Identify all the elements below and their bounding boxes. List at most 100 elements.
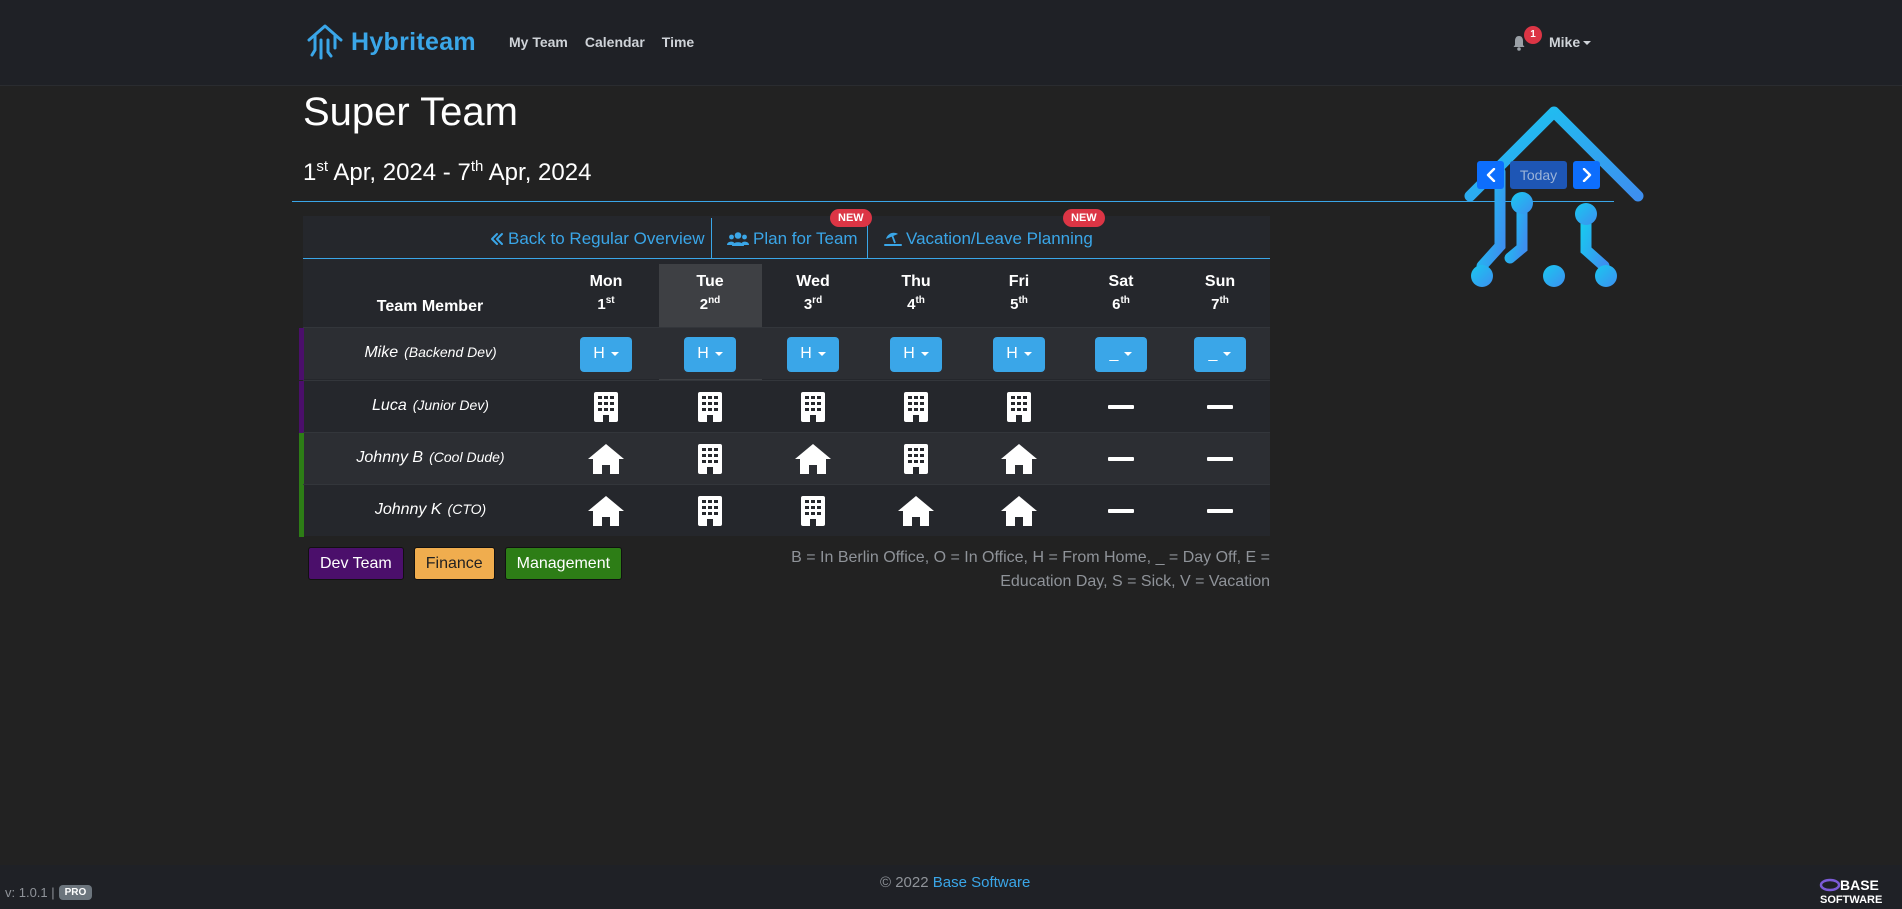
day-header-mon: Mon 1st bbox=[589, 273, 623, 313]
team-member-name: Luca (Junior Dev) bbox=[372, 397, 489, 414]
navbar bbox=[0, 0, 1902, 86]
status-dropdown[interactable]: H bbox=[890, 336, 942, 372]
nav-calendar[interactable]: Calendar bbox=[585, 34, 645, 50]
status-dropdown[interactable]: _ bbox=[1194, 336, 1246, 372]
tab-vacation-planning[interactable]: Vacation/Leave Planning bbox=[884, 229, 1093, 249]
schedule-cell: H bbox=[576, 336, 636, 372]
schedule-cell bbox=[1091, 389, 1151, 425]
schedule-cell bbox=[989, 493, 1049, 529]
team-member-name: Johnny K (CTO) bbox=[374, 501, 487, 518]
schedule-cell bbox=[1190, 441, 1250, 477]
new-badge: NEW bbox=[1063, 209, 1105, 227]
caret-down-icon bbox=[610, 352, 619, 356]
svg-text:SOFTWARE: SOFTWARE bbox=[1820, 894, 1882, 906]
status-dropdown[interactable]: H bbox=[580, 336, 632, 372]
day-header-sun: Sun 7th bbox=[1204, 273, 1236, 313]
team-member-name: Johnny B (Cool Dude) bbox=[356, 449, 505, 466]
next-week-button[interactable] bbox=[1573, 161, 1600, 189]
schedule-cell: H bbox=[783, 336, 843, 372]
prev-week-button[interactable] bbox=[1477, 161, 1504, 189]
building-icon bbox=[594, 392, 618, 422]
team-member-name: Mike (Backend Dev) bbox=[364, 344, 497, 361]
pro-badge: PRO bbox=[58, 885, 93, 900]
group-dev-team[interactable]: Dev Team bbox=[308, 547, 404, 580]
schedule-cell bbox=[1091, 441, 1151, 477]
schedule-cell bbox=[886, 389, 946, 425]
svg-text:BASE: BASE bbox=[1840, 877, 1879, 893]
tab-separator bbox=[711, 218, 712, 258]
building-icon bbox=[801, 496, 825, 526]
schedule-cell: _ bbox=[1091, 336, 1151, 372]
caret-down-icon bbox=[1124, 352, 1133, 356]
home-icon bbox=[1001, 496, 1037, 526]
schedule-cell bbox=[783, 389, 843, 425]
page-title: Super Team bbox=[303, 90, 518, 134]
building-icon bbox=[698, 496, 722, 526]
building-icon bbox=[904, 444, 928, 474]
schedule-cell bbox=[576, 389, 636, 425]
chevron-left-icon bbox=[1486, 168, 1495, 182]
new-badge: NEW bbox=[830, 209, 872, 227]
chevron-right-icon bbox=[1582, 168, 1591, 182]
day-off-dash bbox=[1108, 405, 1134, 409]
caret-down-icon bbox=[920, 352, 929, 356]
day-header-fri: Fri 5th bbox=[1008, 273, 1030, 313]
company-link[interactable]: Base Software bbox=[933, 874, 1031, 891]
schedule-cell bbox=[576, 493, 636, 529]
today-button[interactable]: Today bbox=[1510, 161, 1567, 189]
day-off-dash bbox=[1207, 405, 1233, 409]
schedule-cell bbox=[886, 493, 946, 529]
day-header-thu: Thu 4th bbox=[901, 273, 931, 313]
day-off-dash bbox=[1207, 457, 1233, 461]
building-icon bbox=[698, 392, 722, 422]
home-icon bbox=[588, 496, 624, 526]
schedule-cell bbox=[1190, 493, 1250, 529]
schedule-cell bbox=[576, 441, 636, 477]
building-icon bbox=[904, 392, 928, 422]
schedule-cell bbox=[989, 389, 1049, 425]
umbrella-beach-icon bbox=[884, 232, 902, 246]
home-icon bbox=[795, 444, 831, 474]
status-dropdown[interactable]: H bbox=[684, 336, 736, 372]
group-finance[interactable]: Finance bbox=[413, 547, 495, 580]
view-tabs: Back to Regular Overview Plan for Team V… bbox=[303, 216, 1270, 259]
schedule-cell bbox=[1091, 493, 1151, 529]
tab-plan-for-team[interactable]: Plan for Team bbox=[727, 229, 858, 249]
building-icon bbox=[698, 444, 722, 474]
group-management[interactable]: Management bbox=[504, 547, 623, 580]
day-off-dash bbox=[1108, 509, 1134, 513]
angle-double-left-icon bbox=[491, 233, 503, 245]
tab-back-overview[interactable]: Back to Regular Overview bbox=[490, 229, 705, 249]
hybriteam-logo-icon bbox=[307, 24, 343, 60]
day-header-tue: Tue 2nd bbox=[696, 273, 724, 313]
home-icon bbox=[898, 496, 934, 526]
copyright: © 2022 Base Software bbox=[880, 874, 1031, 891]
caret-down-icon bbox=[714, 352, 723, 356]
home-icon bbox=[1001, 444, 1037, 474]
status-dropdown[interactable]: _ bbox=[1095, 336, 1147, 372]
divider bbox=[292, 201, 1614, 202]
day-off-dash bbox=[1207, 509, 1233, 513]
version-info: v: 1.0.1 | PRO bbox=[5, 885, 93, 900]
schedule-cell bbox=[783, 441, 843, 477]
nav-time[interactable]: Time bbox=[662, 34, 694, 50]
status-dropdown[interactable]: H bbox=[993, 336, 1045, 372]
brand[interactable]: Hybriteam bbox=[305, 22, 476, 62]
status-dropdown[interactable]: H bbox=[787, 336, 839, 372]
schedule-cell: H bbox=[680, 336, 740, 372]
schedule-cell bbox=[886, 441, 946, 477]
schedule-cell bbox=[680, 389, 740, 425]
nav-my-team[interactable]: My Team bbox=[509, 34, 568, 50]
user-menu[interactable]: Mike bbox=[1549, 34, 1592, 50]
building-icon bbox=[801, 392, 825, 422]
base-software-logo: BASE SOFTWARE bbox=[1819, 877, 1882, 906]
schedule-cell: H bbox=[989, 336, 1049, 372]
caret-down-icon bbox=[817, 352, 826, 356]
group-legend: Dev Team Finance Management bbox=[308, 547, 623, 580]
hybriteam-watermark-logo bbox=[1464, 106, 1644, 287]
notification-badge: 1 bbox=[1524, 26, 1542, 44]
team-member-header: Team Member bbox=[376, 298, 484, 315]
date-range: 1st Apr, 2024 - 7th Apr, 2024 bbox=[303, 158, 592, 186]
status-legend: B = In Berlin Office, O = In Office, H =… bbox=[791, 549, 1270, 590]
caret-down-icon bbox=[1583, 41, 1592, 46]
